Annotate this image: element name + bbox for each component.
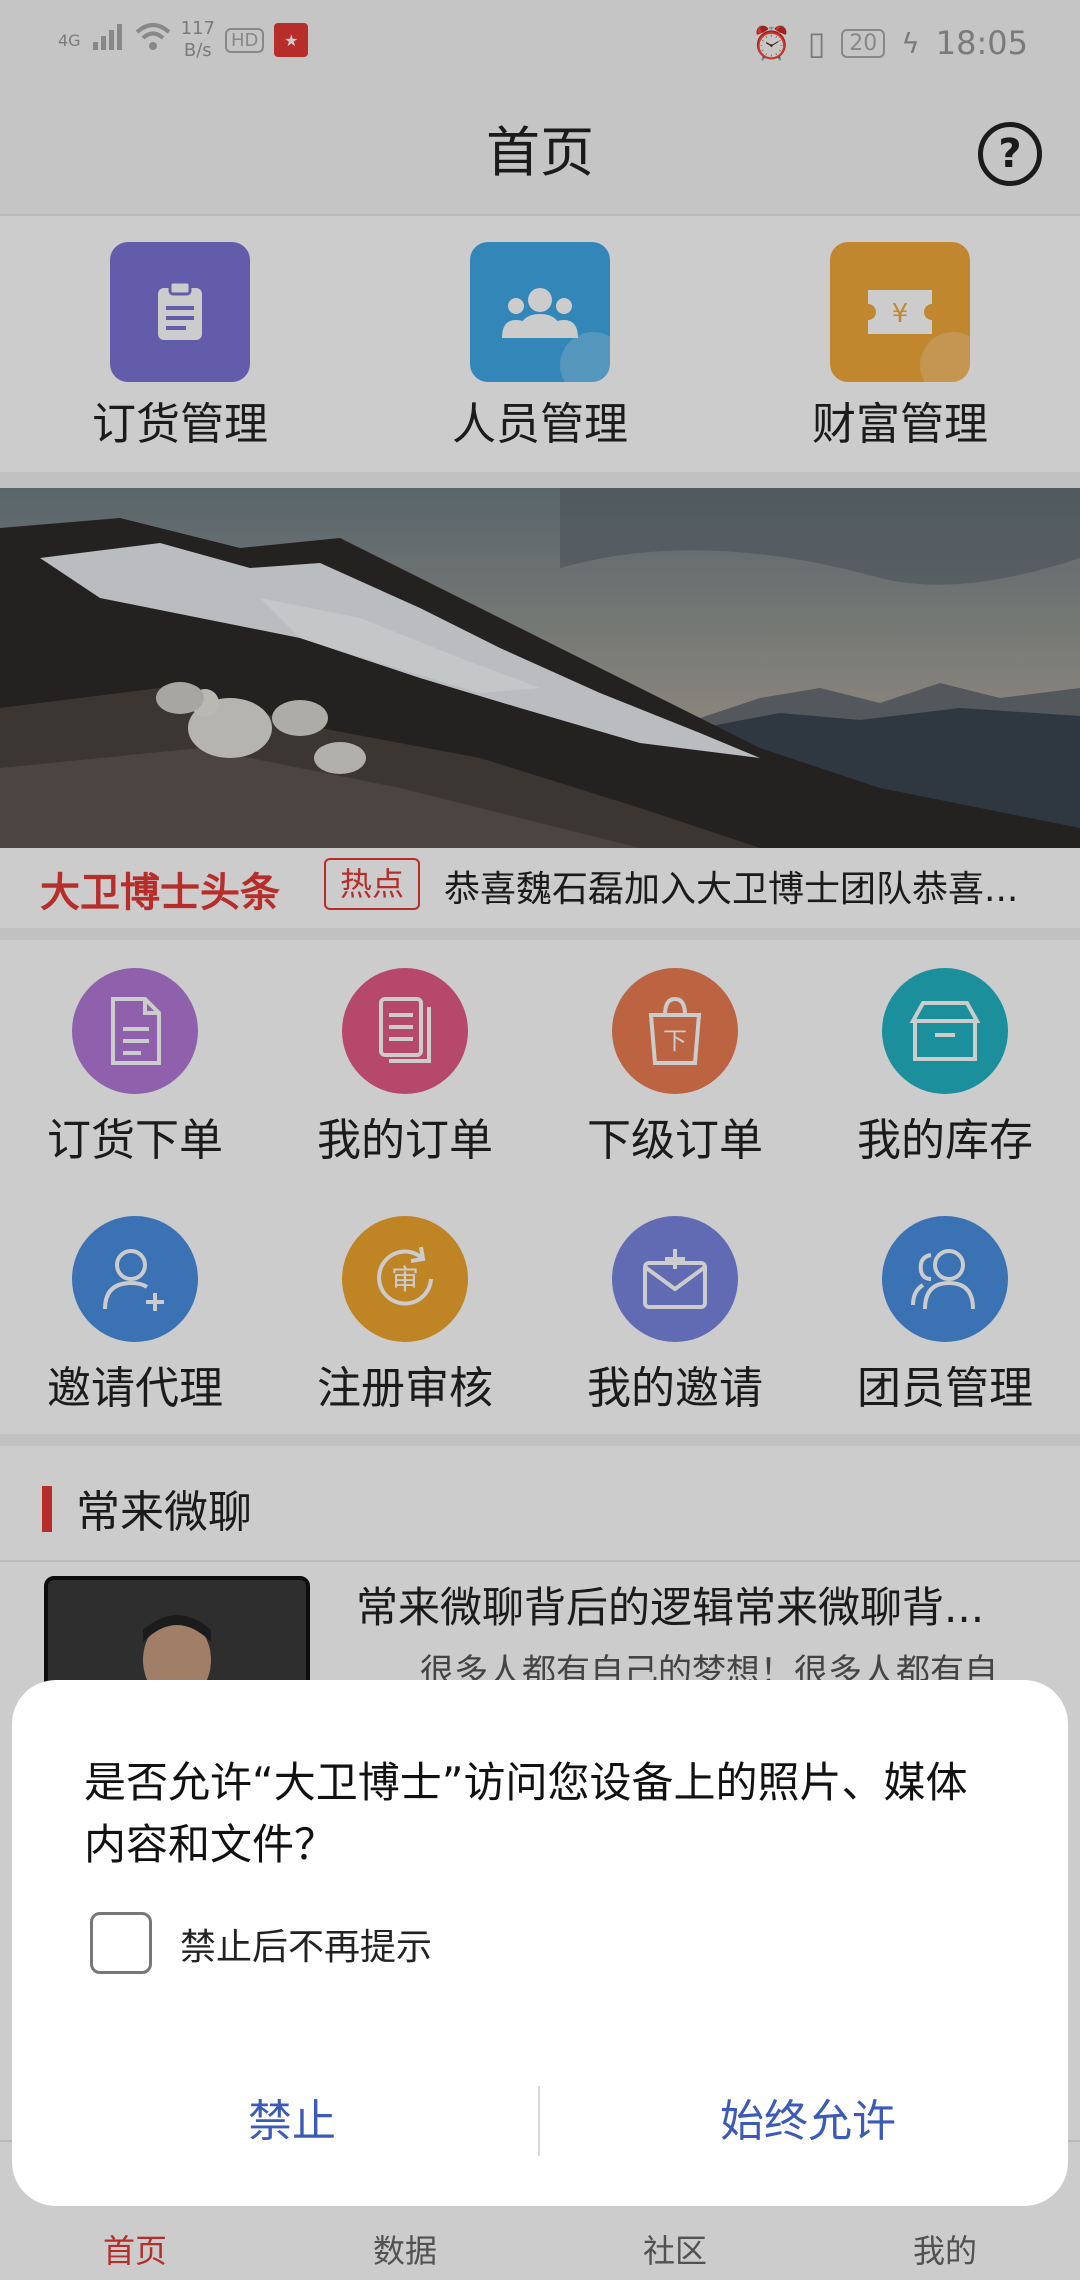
deny-button[interactable]: 禁止 [32, 2080, 552, 2164]
dont-ask-again-checkbox[interactable] [90, 1912, 152, 1974]
permission-dialog: 是否允许“大卫博士”访问您设备上的照片、媒体内容和文件？ 禁止后不再提示 禁止 … [12, 1680, 1068, 2206]
always-allow-button[interactable]: 始终允许 [548, 2080, 1068, 2164]
dialog-button-divider [538, 2086, 540, 2156]
dont-ask-again-label[interactable]: 禁止后不再提示 [180, 1918, 432, 1970]
dialog-message: 是否允许“大卫博士”访问您设备上的照片、媒体内容和文件？ [84, 1758, 968, 1869]
